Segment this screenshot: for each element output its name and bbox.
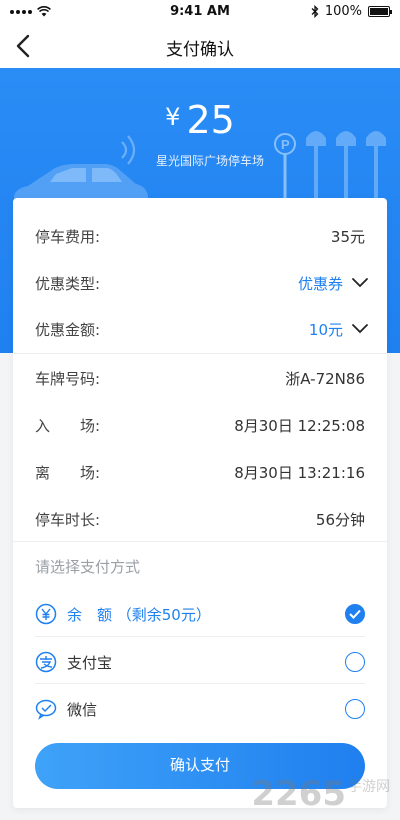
radio-selected[interactable] [345, 604, 365, 624]
status-right: 100% [311, 4, 392, 19]
wechat-icon [35, 699, 57, 720]
bluetooth-icon [311, 5, 319, 18]
plate-row: 车牌号码: 浙A-72N86 [13, 356, 387, 402]
alipay-icon [35, 651, 57, 673]
yuan-icon [35, 603, 57, 625]
exit-label: 离 场: [35, 464, 101, 482]
status-bar: 9:41 AM 100% [0, 0, 400, 24]
chevron-down-icon [352, 278, 368, 288]
entry-value: 8月30日 12:25:08 [234, 417, 365, 435]
check-icon [349, 609, 361, 619]
divider [35, 683, 365, 684]
entry-time-row: 入 场: 8月30日 12:25:08 [13, 403, 387, 449]
currency-symbol: ¥ [165, 103, 181, 131]
battery-percent: 100% [324, 4, 362, 19]
payment-amount: ¥25 [0, 98, 400, 142]
watermark-suffix: 手游网 [348, 779, 390, 795]
watermark-brand: 2265 [251, 774, 346, 814]
payment-option-label: 支付宝 [67, 654, 113, 672]
plate-label: 车牌号码: [35, 370, 101, 388]
payment-card: 停车费用: 35元 优惠类型: 优惠券 优惠金额: 10元 车牌号码: 浙A-7… [13, 198, 387, 808]
discount-type-select[interactable]: 优惠类型: 优惠券 [13, 261, 387, 307]
nav-bar: 支付确认 [0, 24, 400, 68]
duration-value: 56分钟 [315, 511, 365, 529]
entry-label: 入 场: [35, 417, 101, 435]
chevron-down-icon [352, 324, 368, 334]
payment-option-alipay[interactable]: 支付宝 [13, 642, 387, 688]
duration-row: 停车时长: 56分钟 [13, 497, 387, 543]
duration-label: 停车时长: [35, 511, 101, 529]
discount-type-label: 优惠类型: [35, 275, 101, 293]
discount-amount-value: 10元 [308, 321, 343, 339]
fee-label: 停车费用: [35, 228, 101, 246]
divider [35, 636, 365, 637]
payment-method-title: 请选择支付方式 [35, 558, 141, 576]
battery-icon [368, 6, 392, 17]
radio-unselected[interactable] [345, 699, 365, 719]
parking-station-name: 星光国际广场停车场 [155, 154, 264, 168]
payment-option-label: 微信 [67, 701, 98, 719]
exit-value: 8月30日 13:21:16 [234, 464, 365, 482]
discount-amount-select[interactable]: 优惠金额: 10元 [13, 307, 387, 353]
fee-row: 停车费用: 35元 [13, 214, 387, 260]
watermark: 2265 手游网 [251, 774, 390, 814]
payment-option-wechat[interactable]: 微信 [13, 689, 387, 735]
payment-option-balance[interactable]: 余 额 （剩余50元） [13, 594, 387, 640]
discount-amount-label: 优惠金额: [35, 321, 101, 339]
discount-type-value: 优惠券 [297, 275, 343, 293]
divider [13, 541, 387, 542]
plate-value: 浙A-72N86 [285, 370, 365, 388]
radio-unselected[interactable] [345, 652, 365, 672]
payment-option-label: 余 额 （剩余50元） [67, 606, 211, 624]
exit-time-row: 离 场: 8月30日 13:21:16 [13, 450, 387, 496]
divider [13, 353, 387, 354]
fee-value: 35元 [330, 228, 365, 246]
amount-value: 25 [186, 98, 235, 142]
page-title: 支付确认 [166, 40, 234, 60]
